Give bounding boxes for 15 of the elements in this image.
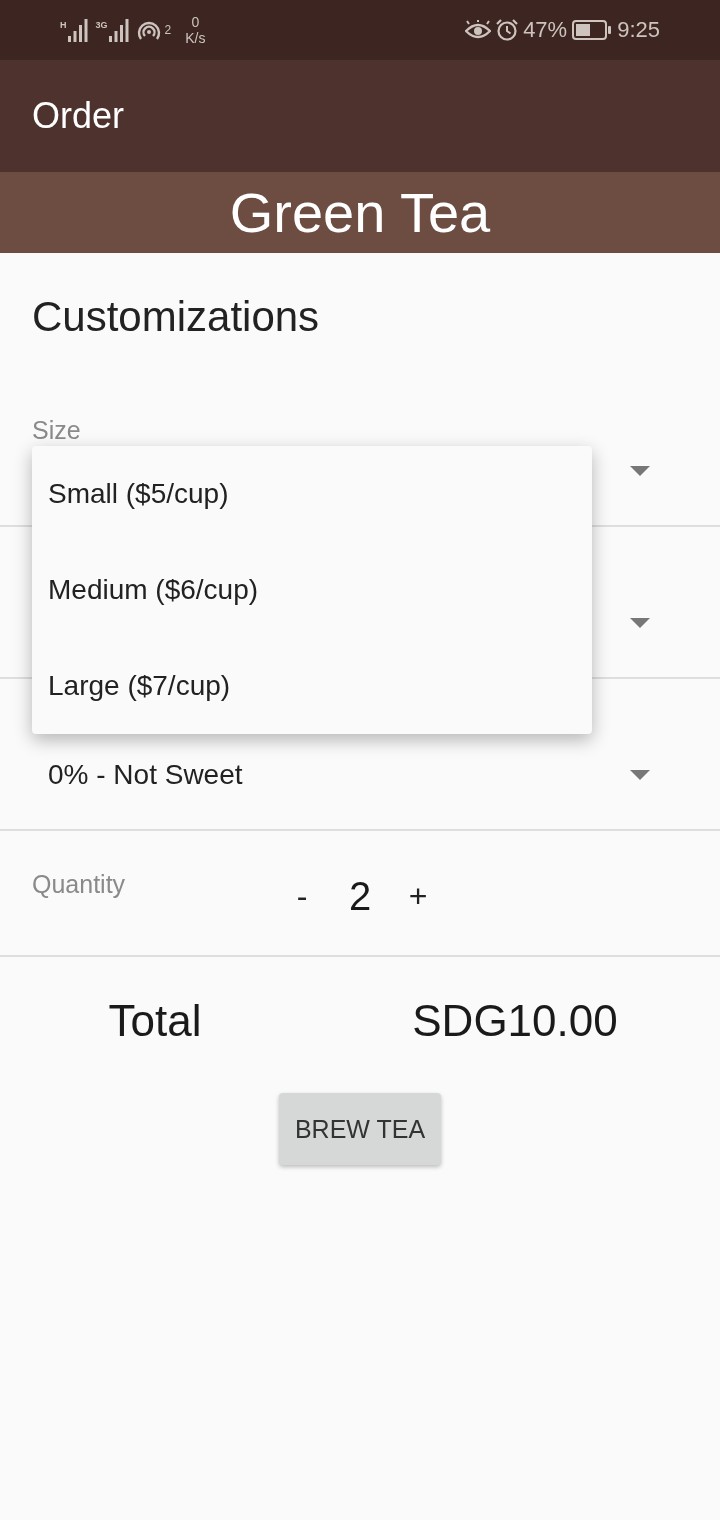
total-label: Total bbox=[107, 995, 203, 1047]
section-title: Customizations bbox=[32, 293, 320, 340]
total-price: SDG10.00 bbox=[411, 995, 619, 1047]
drink-name: Green Tea bbox=[229, 180, 491, 245]
field-label: Size bbox=[32, 416, 81, 444]
network-speed-unit: K/s bbox=[185, 30, 206, 46]
clock-time: 9:25 bbox=[617, 17, 660, 43]
hotspot-count: 2 bbox=[164, 24, 172, 36]
battery-percentage: 47% bbox=[523, 17, 568, 43]
network-type-label: 3G bbox=[95, 20, 108, 30]
network-speed-value: 0 bbox=[191, 14, 200, 30]
network-type-label: H bbox=[60, 20, 67, 30]
field-label: Quantity bbox=[32, 870, 126, 898]
quantity-value: 2 bbox=[347, 873, 373, 920]
app-bar-title: Order bbox=[32, 95, 125, 137]
